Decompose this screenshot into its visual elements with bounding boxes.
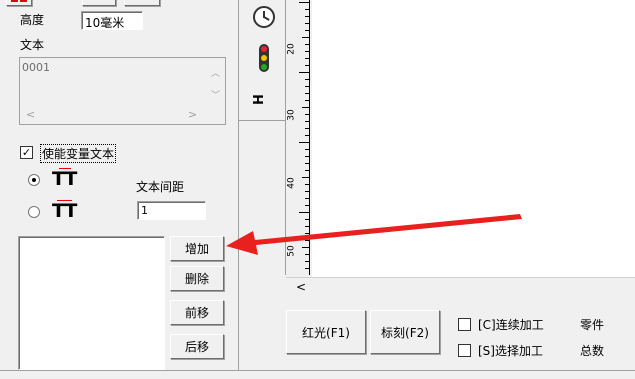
annotation-arrow (226, 214, 522, 255)
annotation-arrow-shape (226, 214, 522, 255)
